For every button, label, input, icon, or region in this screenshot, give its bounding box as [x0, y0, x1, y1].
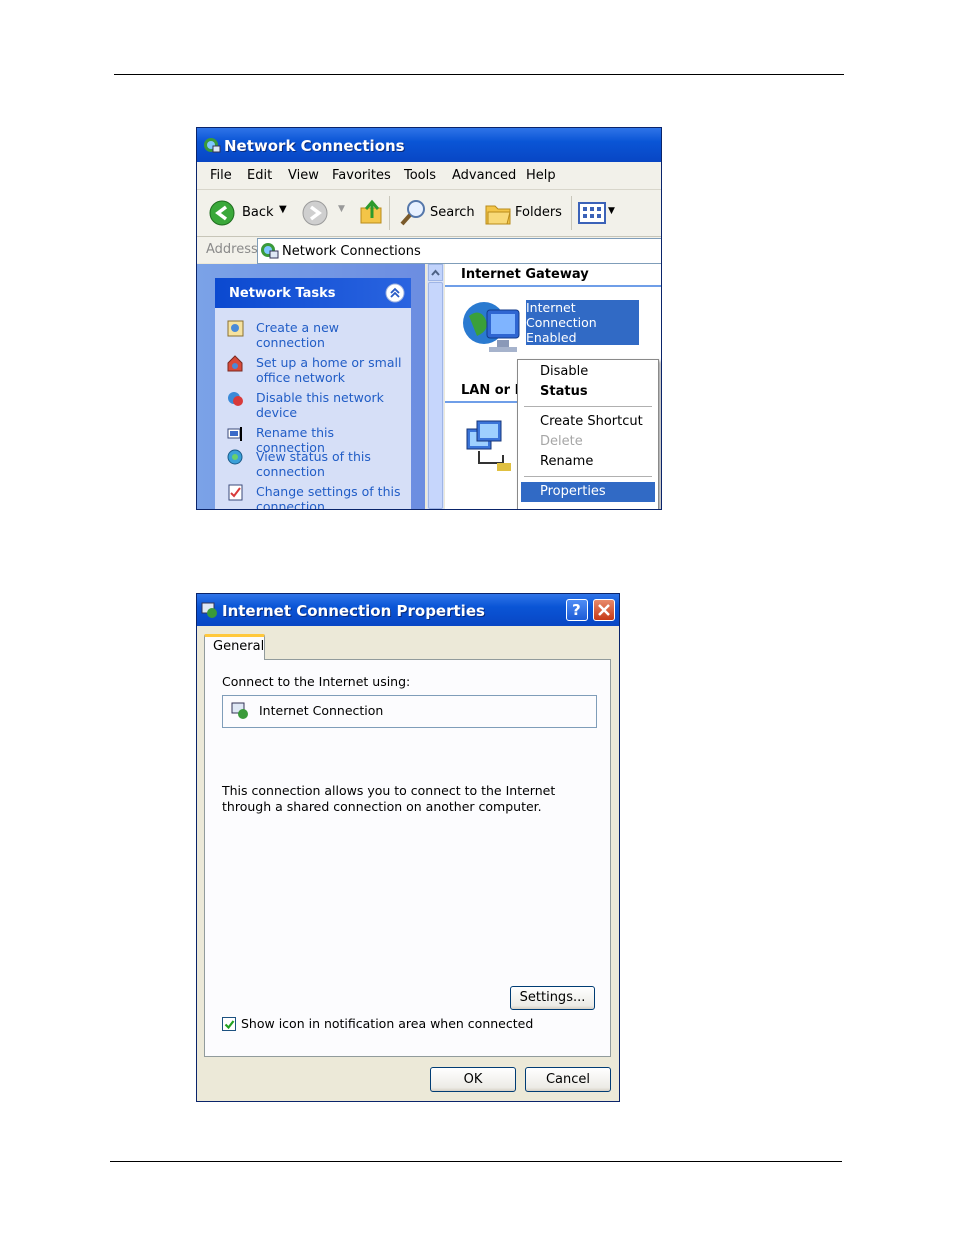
context-menu: Disable Status Create Shortcut Delete Re…	[517, 359, 659, 509]
tab-panel: Connect to the Internet using: Internet …	[204, 659, 611, 1057]
close-button[interactable]	[593, 599, 615, 621]
menu-separator	[524, 406, 652, 407]
connection-name: Internet Connection	[259, 703, 384, 718]
collapse-icon[interactable]	[385, 283, 405, 303]
connection-device-field: Internet Connection	[222, 695, 597, 728]
back-label: Back	[242, 205, 274, 220]
views-icon	[578, 202, 606, 224]
address-bar: Address Network Connections	[197, 237, 661, 264]
vertical-scrollbar[interactable]	[427, 264, 444, 509]
up-folder-icon[interactable]	[359, 198, 385, 226]
tab-general[interactable]: General	[204, 634, 265, 660]
back-button[interactable]: Back ▼	[209, 200, 291, 226]
task-label: View status of this connection	[256, 449, 371, 479]
menu-properties[interactable]: Properties	[521, 482, 655, 502]
menu-bar: File Edit View Favorites Tools Advanced …	[197, 162, 661, 190]
settings-icon	[228, 484, 243, 501]
menu-status[interactable]: Status	[540, 384, 588, 399]
back-arrow-icon	[209, 200, 235, 226]
disable-device-icon	[228, 392, 243, 406]
bottom-rule	[110, 1161, 842, 1162]
task-label: Create a new connection	[256, 320, 339, 350]
forward-dropdown-icon[interactable]: ▼	[338, 204, 345, 214]
scroll-thumb[interactable]	[428, 282, 443, 509]
connection-icon	[231, 702, 248, 719]
network-connections-icon	[261, 243, 279, 259]
menu-tools[interactable]: Tools	[404, 168, 436, 183]
address-label: Address	[206, 242, 258, 257]
menu-favorites[interactable]: Favorites	[332, 168, 391, 183]
title-bar[interactable]: Internet Connection Properties ?	[197, 594, 619, 626]
task-pane: Network Tasks Create a new connection Se…	[197, 264, 425, 509]
check-icon	[224, 1020, 235, 1030]
menu-create-shortcut[interactable]: Create Shortcut	[540, 414, 643, 429]
connection-description: This connection allows you to connect to…	[222, 783, 556, 814]
menu-separator	[524, 476, 652, 477]
group-internet-gateway: Internet Gateway	[461, 267, 589, 282]
network-tasks-title: Network Tasks	[229, 286, 336, 301]
internet-connection-label[interactable]: Internet Connection Enabled Internet Con…	[526, 300, 639, 375]
back-dropdown-icon[interactable]: ▼	[279, 204, 287, 215]
window-title: Network Connections	[224, 137, 405, 155]
chevron-up-icon	[431, 269, 440, 276]
close-icon	[598, 604, 610, 616]
task-label: Disable this network device	[256, 390, 384, 420]
group-divider	[445, 285, 661, 287]
tab-general-label: General	[213, 639, 265, 654]
search-button[interactable]: Search	[399, 198, 475, 228]
home-network-icon	[227, 355, 243, 372]
network-connections-icon	[204, 138, 221, 153]
scroll-up-button[interactable]	[428, 264, 443, 281]
folders-button[interactable]: Folders	[484, 198, 564, 228]
menu-view[interactable]: View	[288, 168, 319, 183]
views-dropdown-icon: ▼	[608, 206, 615, 216]
menu-properties-label: Properties	[540, 484, 606, 499]
gateway-name: Internet Connection	[526, 300, 597, 330]
search-icon	[400, 200, 425, 226]
menu-delete: Delete	[540, 434, 583, 449]
menu-help[interactable]: Help	[526, 168, 556, 183]
toolbar: Back ▼ ▼ Search Folders ▼	[197, 190, 661, 237]
network-connections-window: Network Connections File Edit View Favor…	[196, 127, 662, 510]
settings-button[interactable]: Settings...	[510, 986, 595, 1010]
internet-gateway-icon[interactable]	[461, 296, 523, 356]
connection-icon	[201, 602, 217, 618]
status-icon	[227, 449, 243, 465]
gateway-status: Enabled	[526, 330, 577, 345]
menu-disable[interactable]: Disable	[540, 364, 588, 379]
title-bar[interactable]: Network Connections	[197, 128, 661, 162]
menu-edit[interactable]: Edit	[247, 168, 272, 183]
show-icon-checkbox[interactable]	[222, 1017, 236, 1031]
connect-label: Connect to the Internet using:	[222, 674, 411, 689]
forward-arrow-icon[interactable]	[302, 200, 328, 226]
search-label: Search	[430, 205, 475, 220]
folders-icon	[485, 205, 511, 225]
dialog-title: Internet Connection Properties	[222, 602, 485, 620]
network-tasks-panel: Network Tasks Create a new connection Se…	[215, 278, 411, 510]
ok-button[interactable]: OK	[430, 1067, 516, 1092]
show-icon-label[interactable]: Show icon in notification area when conn…	[241, 1016, 533, 1031]
lan-connection-icon[interactable]	[463, 419, 519, 479]
help-button[interactable]: ?	[566, 599, 588, 621]
cancel-button[interactable]: Cancel	[525, 1067, 611, 1092]
address-field[interactable]: Network Connections	[257, 238, 661, 264]
group-lan: LAN or H	[461, 383, 526, 398]
menu-advanced[interactable]: Advanced	[452, 168, 516, 183]
address-value: Network Connections	[282, 244, 421, 259]
network-tasks-header[interactable]: Network Tasks	[215, 278, 411, 308]
top-rule	[114, 74, 844, 75]
folders-label: Folders	[515, 205, 562, 220]
menu-rename[interactable]: Rename	[540, 454, 593, 469]
task-label: Change settings of this connection	[256, 484, 401, 510]
internet-connection-properties-dialog: Internet Connection Properties ? General…	[196, 593, 620, 1102]
rename-icon	[227, 427, 242, 441]
menu-file[interactable]: File	[210, 168, 232, 183]
task-label: Set up a home or small office network	[256, 355, 402, 385]
new-connection-icon	[227, 320, 244, 337]
group-divider	[445, 401, 525, 403]
views-button[interactable]: ▼	[578, 202, 618, 226]
help-icon: ?	[572, 601, 581, 619]
